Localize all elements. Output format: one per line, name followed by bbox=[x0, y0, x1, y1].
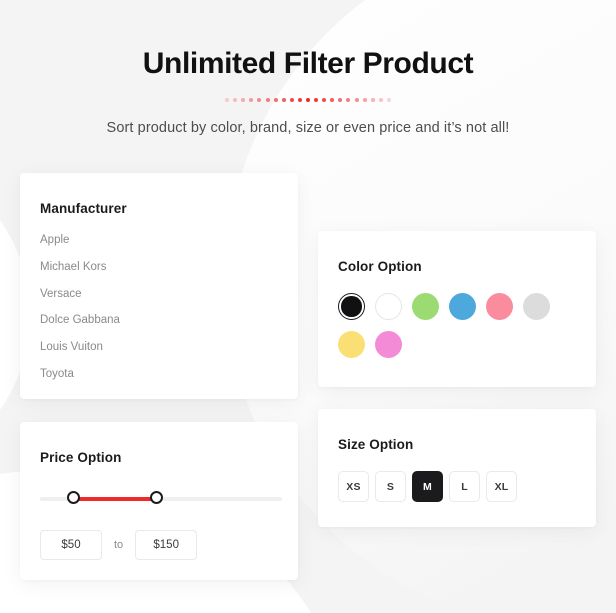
color-option-title: Color Option bbox=[338, 259, 422, 274]
color-swatch-green[interactable] bbox=[412, 293, 439, 320]
color-swatch-blue[interactable] bbox=[449, 293, 476, 320]
slider-selected-range bbox=[73, 496, 157, 501]
color-swatch-pink[interactable] bbox=[486, 293, 513, 320]
color-option-card: Color Option bbox=[318, 231, 596, 387]
color-swatch-fill bbox=[341, 296, 362, 317]
divider-dot bbox=[289, 97, 294, 102]
color-swatch-yellow[interactable] bbox=[338, 331, 365, 358]
divider-dot bbox=[265, 97, 270, 102]
price-option-title: Price Option bbox=[40, 450, 122, 465]
divider-dot bbox=[233, 97, 238, 102]
page-subtitle: Sort product by color, brand, size or ev… bbox=[106, 119, 510, 136]
slider-handle-min[interactable] bbox=[67, 491, 81, 504]
color-swatch-fill bbox=[486, 293, 513, 320]
size-option-title: Size Option bbox=[338, 437, 414, 452]
manufacturer-item[interactable]: Michael Kors bbox=[40, 261, 278, 274]
price-inputs-row: $50 to $150 bbox=[40, 530, 278, 560]
price-option-card: Price Option $50 to $150 bbox=[20, 422, 298, 580]
manufacturer-list: Apple Michael Kors Versace Dolce Gabbana Lou… bbox=[40, 234, 278, 381]
price-min-input[interactable]: $50 bbox=[40, 530, 102, 560]
slider-handle-max[interactable] bbox=[149, 491, 163, 504]
manufacturer-item[interactable]: Versace bbox=[40, 288, 278, 301]
divider-dot bbox=[281, 97, 286, 102]
divider-dot bbox=[241, 97, 246, 102]
page-title: Unlimited Filter Product bbox=[142, 47, 474, 80]
manufacturer-item[interactable]: Dolce Gabbana bbox=[40, 315, 278, 327]
manufacturer-item[interactable]: Louis Vuiton bbox=[40, 342, 278, 354]
size-button-s[interactable]: S bbox=[375, 471, 406, 502]
price-max-input[interactable]: $150 bbox=[135, 530, 198, 560]
divider-dot bbox=[362, 97, 367, 102]
filter-showcase-page: Unlimited Filter Product Sort product by… bbox=[0, 0, 616, 613]
color-swatch-grid bbox=[338, 293, 568, 358]
color-swatch-gray[interactable] bbox=[523, 293, 550, 320]
divider-dot bbox=[257, 97, 262, 102]
title-dot-divider bbox=[0, 96, 616, 104]
color-swatch-fill bbox=[338, 331, 365, 358]
manufacturer-card: Manufacturer Apple Michael Kors Versace Dol… bbox=[20, 173, 298, 399]
size-option-card: Size Option XS S M L XL bbox=[318, 409, 596, 527]
divider-dot bbox=[249, 97, 254, 102]
size-button-l[interactable]: L bbox=[449, 471, 480, 502]
divider-dot bbox=[354, 97, 359, 102]
divider-dot bbox=[370, 97, 375, 102]
color-swatch-magenta[interactable] bbox=[375, 331, 402, 358]
divider-dot bbox=[225, 97, 230, 102]
color-swatch-fill bbox=[375, 293, 402, 320]
divider-dot bbox=[330, 97, 335, 102]
divider-dot bbox=[297, 97, 302, 102]
size-button-xs[interactable]: XS bbox=[338, 471, 369, 502]
divider-dot bbox=[306, 97, 310, 102]
manufacturer-title: Manufacturer bbox=[40, 201, 127, 216]
divider-dot bbox=[273, 97, 278, 102]
price-separator-label: to bbox=[114, 539, 124, 551]
manufacturer-item[interactable]: Apple bbox=[40, 234, 278, 247]
color-swatch-fill bbox=[449, 293, 476, 320]
size-button-m[interactable]: M bbox=[412, 471, 443, 502]
divider-dot bbox=[338, 97, 343, 102]
page-header: Unlimited Filter Product Sort product by… bbox=[0, 0, 616, 136]
manufacturer-item[interactable]: Toyota bbox=[40, 368, 278, 381]
size-button-xl[interactable]: XL bbox=[486, 471, 517, 502]
color-swatch-fill bbox=[375, 331, 402, 358]
divider-dot bbox=[378, 97, 383, 102]
divider-dot bbox=[314, 97, 319, 102]
divider-dot bbox=[346, 97, 351, 102]
color-swatch-black[interactable] bbox=[338, 293, 365, 320]
color-swatch-fill bbox=[523, 293, 550, 320]
color-swatch-white[interactable] bbox=[375, 293, 402, 320]
price-range-slider[interactable] bbox=[40, 491, 282, 505]
size-button-row: XS S M L XL bbox=[338, 471, 576, 502]
divider-dot bbox=[386, 97, 391, 102]
divider-dot bbox=[322, 97, 327, 102]
color-swatch-fill bbox=[412, 293, 439, 320]
